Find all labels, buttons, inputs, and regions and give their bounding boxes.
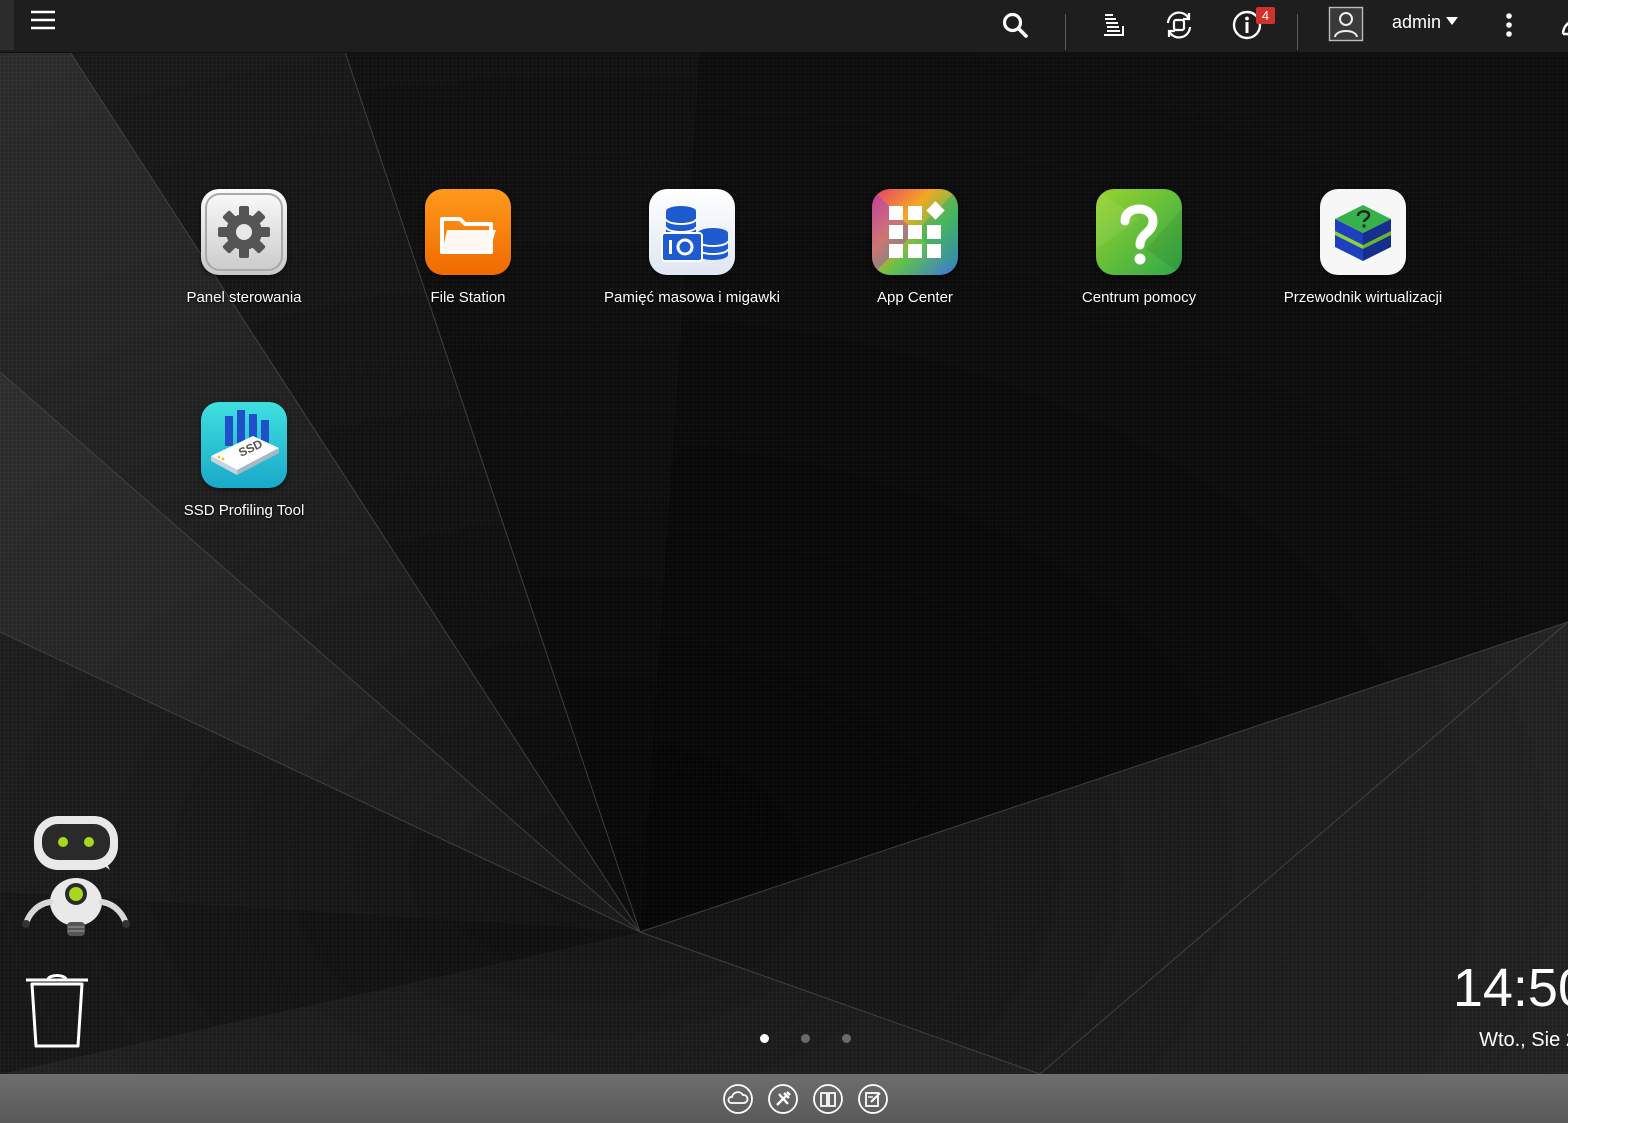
trash-icon[interactable] <box>24 972 90 1050</box>
app-label: Centrum pomocy <box>1081 289 1197 306</box>
question-icon <box>1096 189 1182 275</box>
bottom-dock <box>0 1074 1568 1123</box>
book-icon[interactable] <box>812 1083 844 1115</box>
ssd-icon: SSD <box>201 402 287 488</box>
user-icon[interactable] <box>1327 5 1365 43</box>
divider <box>1065 14 1066 50</box>
app-pamiec-masowa[interactable]: Pamięć masowa i migawki <box>592 189 792 307</box>
app-ssd-profiling-tool[interactable]: SSD SSD Profiling Tool <box>144 402 344 520</box>
tools-icon[interactable] <box>767 1083 799 1115</box>
cloud-icon[interactable] <box>722 1083 754 1115</box>
page-indicator-dot-2[interactable] <box>801 1034 810 1043</box>
user-name[interactable]: admin <box>1392 10 1441 34</box>
page-indicator-dot-1[interactable] <box>760 1034 769 1043</box>
folder-icon <box>425 189 511 275</box>
nas-desktop: 4 admin Panel sterowania File Station Pa… <box>0 0 1568 1123</box>
background-tasks-icon[interactable] <box>1094 6 1132 44</box>
app-label: Przewodnik wirtualizacji <box>1283 289 1443 306</box>
top-bar: 4 admin <box>0 0 1568 53</box>
app-label: App Center <box>877 289 953 306</box>
storage-snapshot-icon <box>649 189 735 275</box>
sync-icon[interactable] <box>1160 6 1198 44</box>
notes-icon[interactable] <box>857 1083 889 1115</box>
app-file-station[interactable]: File Station <box>368 189 568 307</box>
app-panel-sterowania[interactable]: Panel sterowania <box>144 189 344 307</box>
more-vertical-icon[interactable] <box>1490 6 1528 44</box>
app-centrum-pomocy[interactable]: Centrum pomocy <box>1039 189 1239 307</box>
virtualization-cube-icon <box>1320 189 1406 275</box>
app-label: File Station <box>430 289 506 306</box>
clock-date: Wto., Sie 27 <box>1479 1029 1568 1051</box>
app-app-center[interactable]: App Center <box>815 189 1015 307</box>
top-bar-edge <box>0 0 14 50</box>
dashboard-gauge-icon[interactable] <box>1558 6 1568 44</box>
app-label: SSD Profiling Tool <box>183 502 305 519</box>
clock-time: 14:50 <box>1452 958 1568 1018</box>
notification-badge: 4 <box>1256 7 1275 24</box>
app-przewodnik-wirtualizacji[interactable]: Przewodnik wirtualizacji <box>1263 189 1463 307</box>
divider <box>1297 14 1298 50</box>
app-grid-icon <box>872 189 958 275</box>
app-label: Pamięć masowa i migawki <box>604 289 780 306</box>
page-indicator-dot-3[interactable] <box>842 1034 851 1043</box>
gear-icon <box>201 189 287 275</box>
assistant-robot-icon[interactable] <box>20 812 130 942</box>
menu-icon[interactable] <box>24 2 62 40</box>
chevron-down-icon[interactable] <box>1446 17 1458 25</box>
app-label: Panel sterowania <box>186 289 302 306</box>
search-icon[interactable] <box>996 6 1034 44</box>
